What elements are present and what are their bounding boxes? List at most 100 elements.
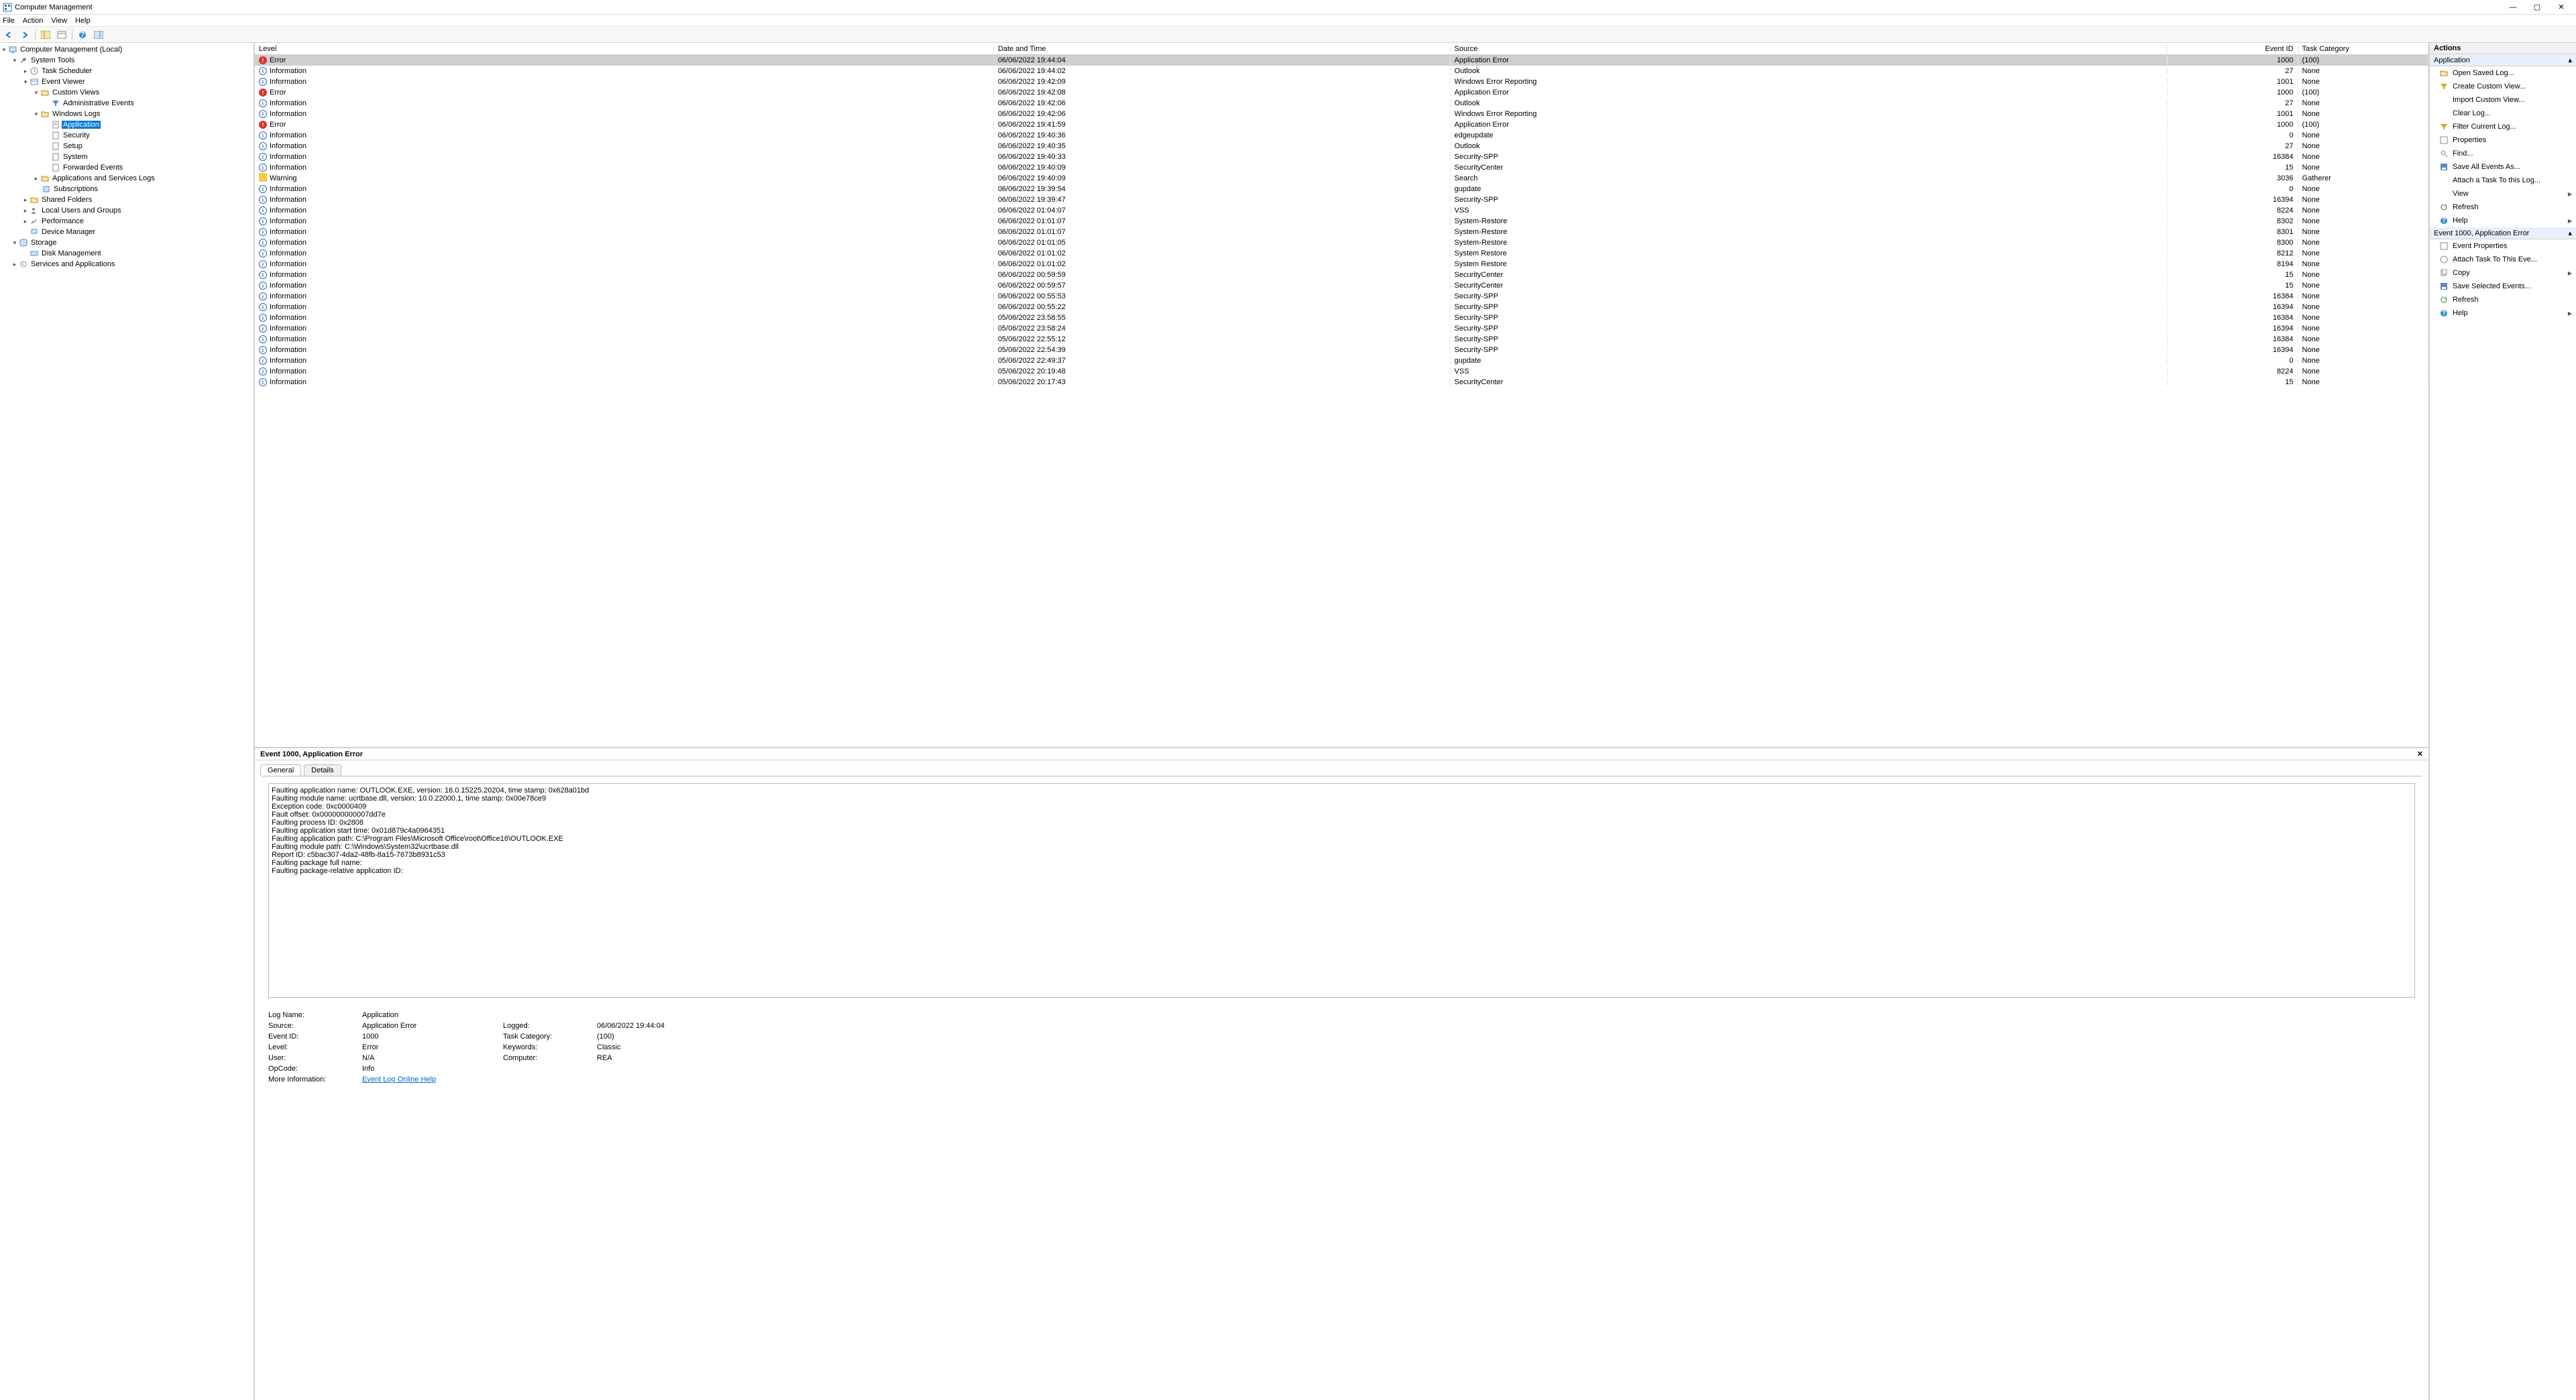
action-properties[interactable]: Properties: [2430, 133, 2576, 147]
event-row[interactable]: iInformation05/06/2022 23:58:55Security-…: [255, 312, 2428, 323]
event-row[interactable]: iInformation06/06/2022 01:01:07System-Re…: [255, 227, 2428, 237]
action-find[interactable]: Find...: [2430, 147, 2576, 160]
tree-task-scheduler[interactable]: ▸Task Scheduler: [0, 66, 254, 76]
show-hide-tree-button[interactable]: [38, 28, 53, 42]
tree-system-tools[interactable]: ▾System Tools: [0, 55, 254, 66]
navigation-tree[interactable]: ▾Computer Management (Local) ▾System Too…: [0, 43, 255, 1400]
event-list[interactable]: Level Date and Time Source Event ID Task…: [255, 43, 2428, 748]
maximize-button[interactable]: ▢: [2525, 1, 2549, 14]
titlebar[interactable]: Computer Management — ▢ ✕: [0, 0, 2576, 15]
action-clear-log[interactable]: Clear Log...: [2430, 107, 2576, 120]
event-row[interactable]: !Error06/06/2022 19:42:08Application Err…: [255, 87, 2428, 98]
tree-event-viewer[interactable]: ▾Event Viewer: [0, 76, 254, 87]
tree-shared-folders[interactable]: ▸Shared Folders: [0, 194, 254, 205]
event-row[interactable]: iInformation06/06/2022 19:40:33Security-…: [255, 152, 2428, 162]
tab-details[interactable]: Details: [304, 764, 341, 776]
event-row[interactable]: iInformation06/06/2022 01:01:02System Re…: [255, 259, 2428, 270]
collapse-icon[interactable]: ▴: [2568, 56, 2572, 64]
menu-file[interactable]: File: [3, 17, 15, 25]
event-row[interactable]: iInformation05/06/2022 20:17:43SecurityC…: [255, 377, 2428, 388]
tree-admin-events[interactable]: Administrative Events: [0, 98, 254, 109]
event-row[interactable]: iInformation05/06/2022 22:49:37gupdate0N…: [255, 355, 2428, 366]
back-button[interactable]: [1, 28, 16, 42]
event-row[interactable]: iInformation05/06/2022 22:55:12Security-…: [255, 334, 2428, 345]
tree-local-users[interactable]: ▸Local Users and Groups: [0, 205, 254, 216]
tree-app-services-logs[interactable]: ▸Applications and Services Logs: [0, 173, 254, 184]
action-save-all-events[interactable]: Save All Events As...: [2430, 160, 2576, 174]
properties-button[interactable]: [54, 28, 69, 42]
tree-setup[interactable]: Setup: [0, 141, 254, 152]
action-attach-task[interactable]: Attach a Task To this Log...: [2430, 174, 2576, 187]
action-import-custom-view[interactable]: Import Custom View...: [2430, 93, 2576, 107]
event-row[interactable]: iInformation06/06/2022 19:42:06Windows E…: [255, 109, 2428, 119]
action-filter-log[interactable]: Filter Current Log...: [2430, 120, 2576, 133]
tree-disk-management[interactable]: Disk Management: [0, 248, 254, 259]
event-list-header[interactable]: Level Date and Time Source Event ID Task…: [255, 43, 2428, 55]
col-header-eventid[interactable]: Event ID: [2168, 45, 2298, 53]
event-row[interactable]: iInformation06/06/2022 00:59:59SecurityC…: [255, 270, 2428, 280]
event-row[interactable]: iInformation06/06/2022 19:40:36edgeupdat…: [255, 130, 2428, 141]
menu-view[interactable]: View: [51, 17, 67, 25]
action-refresh[interactable]: Refresh: [2430, 200, 2576, 214]
event-row[interactable]: iInformation06/06/2022 19:39:54gupdate0N…: [255, 184, 2428, 194]
close-details-button[interactable]: ✕: [2417, 750, 2423, 758]
event-row[interactable]: iInformation06/06/2022 19:40:09SecurityC…: [255, 162, 2428, 173]
tree-subscriptions[interactable]: Subscriptions: [0, 184, 254, 194]
event-row[interactable]: !Error06/06/2022 19:44:04Application Err…: [255, 55, 2428, 66]
tree-application[interactable]: Application: [0, 119, 254, 130]
event-row[interactable]: iInformation06/06/2022 00:55:53Security-…: [255, 291, 2428, 302]
tree-device-manager[interactable]: Device Manager: [0, 227, 254, 237]
event-row[interactable]: !Error06/06/2022 19:41:59Application Err…: [255, 119, 2428, 130]
tree-system[interactable]: System: [0, 152, 254, 162]
event-row[interactable]: iInformation06/06/2022 01:01:05System-Re…: [255, 237, 2428, 248]
event-row[interactable]: iInformation05/06/2022 23:58:24Security-…: [255, 323, 2428, 334]
event-row[interactable]: iInformation06/06/2022 19:42:09Windows E…: [255, 76, 2428, 87]
action-help[interactable]: ?Help▶: [2430, 214, 2576, 227]
action-group-event[interactable]: Event 1000, Application Error▴: [2430, 227, 2576, 239]
action-open-saved-log[interactable]: Open Saved Log...: [2430, 66, 2576, 80]
forward-button[interactable]: [17, 28, 32, 42]
col-header-date[interactable]: Date and Time: [994, 45, 1451, 53]
event-row[interactable]: iInformation05/06/2022 22:54:39Security-…: [255, 345, 2428, 355]
minimize-button[interactable]: —: [2501, 1, 2525, 14]
tree-custom-views[interactable]: ▾Custom Views: [0, 87, 254, 98]
event-row[interactable]: iInformation06/06/2022 00:59:57SecurityC…: [255, 280, 2428, 291]
event-row[interactable]: iInformation06/06/2022 00:55:22Security-…: [255, 302, 2428, 312]
menu-action[interactable]: Action: [23, 17, 44, 25]
action-create-custom-view[interactable]: Create Custom View...: [2430, 80, 2576, 93]
tree-performance[interactable]: ▸Performance: [0, 216, 254, 227]
event-row[interactable]: iInformation06/06/2022 01:04:07VSS8224No…: [255, 205, 2428, 216]
collapse-icon[interactable]: ▴: [2568, 229, 2572, 237]
event-row[interactable]: iInformation06/06/2022 19:44:02Outlook27…: [255, 66, 2428, 76]
tree-forwarded[interactable]: Forwarded Events: [0, 162, 254, 173]
tree-windows-logs[interactable]: ▾Windows Logs: [0, 109, 254, 119]
action-view[interactable]: View▶: [2430, 187, 2576, 200]
action-refresh-2[interactable]: Refresh: [2430, 293, 2576, 306]
event-row[interactable]: iInformation06/06/2022 19:40:35Outlook27…: [255, 141, 2428, 152]
event-row[interactable]: iInformation05/06/2022 20:19:48VSS8224No…: [255, 366, 2428, 377]
action-pane-button[interactable]: [91, 28, 106, 42]
tree-storage[interactable]: ▾Storage: [0, 237, 254, 248]
event-row[interactable]: iInformation06/06/2022 01:01:07System-Re…: [255, 216, 2428, 227]
event-description[interactable]: Faulting application name: OUTLOOK.EXE, …: [268, 783, 2415, 998]
action-group-application[interactable]: Application▴: [2430, 54, 2576, 66]
event-row[interactable]: Warning06/06/2022 19:40:09Search3036Gath…: [255, 173, 2428, 184]
event-row[interactable]: iInformation06/06/2022 19:39:47Security-…: [255, 194, 2428, 205]
action-save-selected[interactable]: Save Selected Events...: [2430, 280, 2576, 293]
action-copy[interactable]: Copy▶: [2430, 266, 2576, 280]
col-header-task[interactable]: Task Category: [2298, 45, 2428, 53]
action-attach-task-event[interactable]: Attach Task To This Eve...: [2430, 253, 2576, 266]
tree-security[interactable]: Security: [0, 130, 254, 141]
event-row[interactable]: iInformation06/06/2022 01:01:02System Re…: [255, 248, 2428, 259]
col-header-level[interactable]: Level: [255, 45, 994, 53]
event-row[interactable]: iInformation06/06/2022 19:42:06Outlook27…: [255, 98, 2428, 109]
close-button[interactable]: ✕: [2549, 1, 2573, 14]
tree-root[interactable]: ▾Computer Management (Local): [0, 44, 254, 55]
tree-services-apps[interactable]: ▸Services and Applications: [0, 259, 254, 270]
tab-general[interactable]: General: [260, 764, 301, 776]
action-help-2[interactable]: ?Help▶: [2430, 306, 2576, 320]
col-header-source[interactable]: Source: [1451, 45, 2168, 53]
help-button[interactable]: ?: [75, 28, 90, 42]
link-event-log-help[interactable]: Event Log Online Help: [362, 1075, 436, 1084]
action-event-properties[interactable]: Event Properties: [2430, 239, 2576, 253]
